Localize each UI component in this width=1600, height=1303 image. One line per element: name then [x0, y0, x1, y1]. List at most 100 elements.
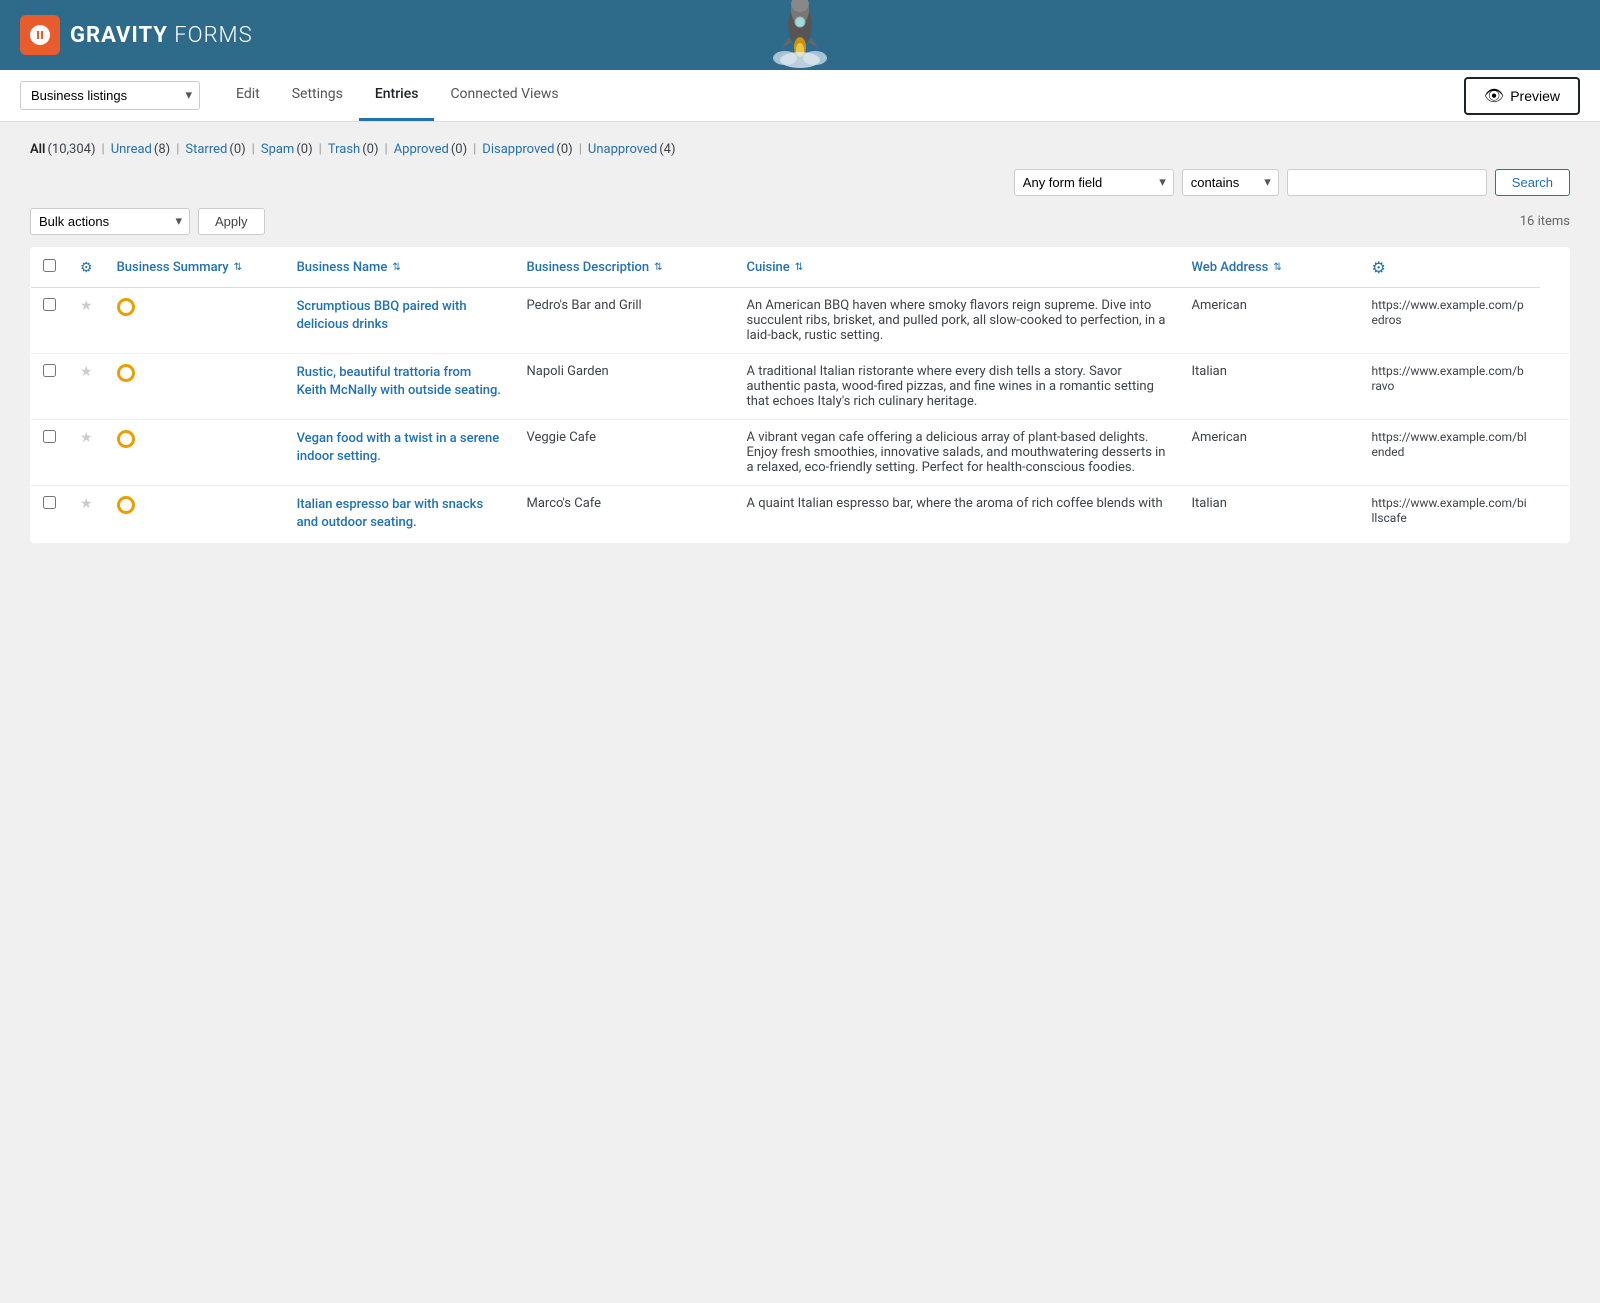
row-star-cell[interactable]: ★ [68, 420, 105, 486]
row-web-cell: https://www.example.com/bravo [1360, 354, 1540, 420]
business-summary-label: Business Summary [117, 260, 229, 275]
row-star-cell[interactable]: ★ [68, 354, 105, 420]
status-circle[interactable] [117, 364, 135, 382]
sort-arrow-desc: ⇅ [654, 262, 662, 273]
row-checkbox[interactable] [43, 298, 56, 311]
status-circle[interactable] [117, 430, 135, 448]
logo-text: GRAVITY FORMS [70, 23, 253, 48]
row-gear-cell[interactable] [1540, 354, 1570, 420]
rocket-icon [770, 0, 830, 70]
status-circle[interactable] [117, 496, 135, 514]
nav-link-connected-views[interactable]: Connected Views [434, 70, 574, 121]
table-row: ★ Italian espresso bar with snacks and o… [31, 486, 1570, 543]
row-status-cell[interactable] [105, 420, 285, 486]
row-summary-cell: Italian espresso bar with snacks and out… [285, 486, 515, 543]
search-input[interactable] [1287, 169, 1487, 196]
row-web-cell: https://www.example.com/blended [1360, 420, 1540, 486]
nav-bar: Business listings Edit Settings Entries … [0, 70, 1600, 122]
apply-button[interactable]: Apply [198, 208, 265, 235]
filter-approved[interactable]: Approved [394, 142, 449, 157]
select-all-checkbox[interactable] [43, 259, 56, 272]
star-icon[interactable]: ★ [80, 430, 93, 446]
condition-select[interactable]: contains is is not starts with ends with [1182, 169, 1279, 196]
business-description-value: A traditional Italian ristorante where e… [746, 364, 1153, 409]
web-address-header[interactable]: Web Address ⇅ [1179, 248, 1359, 288]
web-address-value: https://www.example.com/bravo [1372, 364, 1524, 393]
eye-icon: 👁 [1484, 86, 1504, 106]
star-icon[interactable]: ★ [80, 298, 93, 314]
nav-link-settings[interactable]: Settings [276, 70, 359, 121]
bulk-select[interactable]: Bulk actions Mark as Read Mark as Unread… [30, 208, 190, 235]
row-checkbox-cell[interactable] [31, 288, 69, 354]
row-gear-cell[interactable] [1540, 486, 1570, 543]
cuisine-header[interactable]: Cuisine ⇅ [734, 248, 1179, 288]
row-checkbox-cell[interactable] [31, 354, 69, 420]
entry-summary-link[interactable]: Vegan food with a twist in a serene indo… [297, 431, 500, 464]
web-address-value: https://www.example.com/billscafe [1372, 496, 1527, 525]
row-summary-cell: Scrumptious BBQ paired with delicious dr… [285, 288, 515, 354]
row-star-cell[interactable]: ★ [68, 486, 105, 543]
filter-icon[interactable]: ⚙ [80, 260, 93, 276]
table-row: ★ Rustic, beautiful trattoria from Keith… [31, 354, 1570, 420]
bulk-select-wrap[interactable]: Bulk actions Mark as Read Mark as Unread… [30, 208, 190, 235]
business-name-value: Veggie Cafe [526, 430, 596, 445]
nav-link-entries[interactable]: Entries [359, 70, 435, 121]
star-icon[interactable]: ★ [80, 496, 93, 512]
row-description-cell: A vibrant vegan cafe offering a deliciou… [734, 420, 1179, 486]
search-button[interactable]: Search [1495, 169, 1570, 196]
table-row: ★ Scrumptious BBQ paired with delicious … [31, 288, 1570, 354]
logo-light-text: FORMS [168, 23, 253, 48]
business-summary-header[interactable]: Business Summary ⇅ [105, 248, 285, 288]
row-checkbox-cell[interactable] [31, 420, 69, 486]
filter-all[interactable]: All [30, 142, 45, 157]
row-gear-cell[interactable] [1540, 288, 1570, 354]
filter-unread[interactable]: Unread [111, 142, 152, 157]
row-checkbox[interactable] [43, 364, 56, 377]
filter-unapproved[interactable]: Unapproved [588, 142, 657, 157]
select-all-header[interactable] [31, 248, 69, 288]
row-web-cell: https://www.example.com/pedros [1360, 288, 1540, 354]
cuisine-value: American [1191, 430, 1246, 445]
items-count: 16 items [1520, 214, 1570, 229]
preview-button[interactable]: 👁 Preview [1464, 77, 1580, 115]
trash-count: 0 [367, 142, 374, 157]
web-address-label: Web Address [1191, 260, 1268, 275]
status-circle[interactable] [117, 298, 135, 316]
row-checkbox[interactable] [43, 430, 56, 443]
field-select-wrap[interactable]: Any form field Business Summary Business… [1014, 169, 1174, 196]
entry-summary-link[interactable]: Rustic, beautiful trattoria from Keith M… [297, 365, 501, 398]
status-header: ⚙ [68, 248, 105, 288]
row-status-cell[interactable] [105, 486, 285, 543]
nav-link-edit[interactable]: Edit [220, 70, 276, 121]
row-checkbox-cell[interactable] [31, 486, 69, 543]
entry-summary-link[interactable]: Scrumptious BBQ paired with delicious dr… [297, 299, 467, 332]
condition-select-wrap[interactable]: contains is is not starts with ends with [1182, 169, 1279, 196]
business-name-header[interactable]: Business Name ⇅ [285, 248, 515, 288]
row-checkbox[interactable] [43, 496, 56, 509]
gear-icon[interactable]: ⚙ [1372, 258, 1386, 277]
row-cuisine-cell: Italian [1179, 354, 1359, 420]
form-selector-wrap[interactable]: Business listings [20, 81, 200, 110]
filter-starred[interactable]: Starred [185, 142, 227, 157]
business-description-header[interactable]: Business Description ⇅ [514, 248, 734, 288]
cuisine-value: Italian [1191, 364, 1226, 379]
cuisine-value: Italian [1191, 496, 1226, 511]
row-cuisine-cell: American [1179, 288, 1359, 354]
row-gear-cell[interactable] [1540, 420, 1570, 486]
rocket-decoration [770, 0, 830, 74]
settings-header[interactable]: ⚙ [1360, 248, 1540, 288]
filter-spam[interactable]: Spam [261, 142, 295, 157]
form-selector[interactable]: Business listings [20, 81, 200, 110]
table-row: ★ Vegan food with a twist in a serene in… [31, 420, 1570, 486]
star-icon[interactable]: ★ [80, 364, 93, 380]
business-name-label: Business Name [297, 260, 388, 275]
row-status-cell[interactable] [105, 354, 285, 420]
entry-summary-link[interactable]: Italian espresso bar with snacks and out… [297, 497, 484, 530]
field-select[interactable]: Any form field Business Summary Business… [1014, 169, 1174, 196]
business-description-label: Business Description [526, 260, 649, 275]
web-address-value: https://www.example.com/pedros [1372, 298, 1524, 327]
row-status-cell[interactable] [105, 288, 285, 354]
filter-trash[interactable]: Trash [328, 142, 360, 157]
filter-disapproved[interactable]: Disapproved [482, 142, 554, 157]
row-star-cell[interactable]: ★ [68, 288, 105, 354]
